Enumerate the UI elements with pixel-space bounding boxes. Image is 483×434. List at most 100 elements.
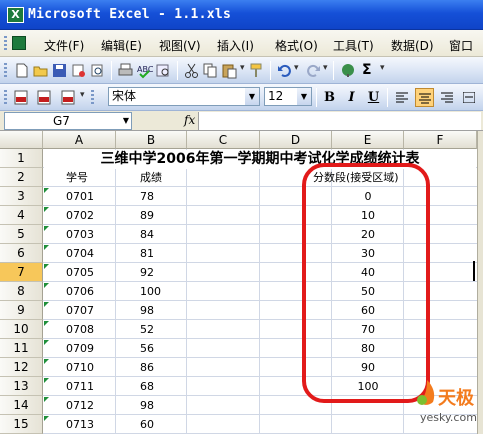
row-header[interactable]: 4 [0, 206, 43, 225]
spelling-icon[interactable]: ABC [136, 62, 154, 79]
row-header[interactable]: 1 [0, 149, 43, 168]
workbook-icon[interactable] [12, 36, 26, 50]
menu-tools[interactable]: 工具(T) [333, 37, 374, 54]
menu-data[interactable]: 数据(D) [391, 37, 434, 54]
excel-icon[interactable]: X [7, 7, 24, 23]
format-painter-icon[interactable] [248, 62, 265, 79]
row-header[interactable]: 15 [0, 415, 43, 434]
cell-student-id[interactable]: 0708 [66, 320, 114, 339]
undo-dropdown-icon[interactable]: ▾ [294, 63, 299, 73]
menu-insert[interactable]: 插入(I) [217, 37, 254, 54]
cell-student-id[interactable]: 0701 [66, 187, 114, 206]
italic-button[interactable]: I [342, 88, 361, 107]
cell-student-id[interactable]: 0707 [66, 301, 114, 320]
cell-score[interactable]: 60 [140, 415, 180, 434]
header-cell-id[interactable]: 学号 [66, 168, 116, 187]
paste-dropdown-icon[interactable]: ▾ [240, 63, 245, 73]
underline-button[interactable]: U [364, 88, 383, 107]
cell-score[interactable]: 78 [140, 187, 180, 206]
cell-student-id[interactable]: 0703 [66, 225, 114, 244]
open-icon[interactable] [32, 62, 49, 79]
save-icon[interactable] [51, 62, 68, 79]
redo-dropdown-icon[interactable]: ▾ [323, 63, 328, 73]
undo-icon[interactable] [276, 62, 293, 79]
cell-student-id[interactable]: 0706 [66, 282, 114, 301]
cell-student-id[interactable]: 0712 [66, 396, 114, 415]
cell-student-id[interactable]: 0709 [66, 339, 114, 358]
menu-view[interactable]: 视图(V) [159, 37, 201, 54]
row-header[interactable]: 5 [0, 225, 43, 244]
row-header[interactable]: 7 [0, 263, 43, 282]
row-header[interactable]: 12 [0, 358, 43, 377]
column-header-d[interactable]: D [260, 131, 332, 149]
cell-score[interactable]: 56 [140, 339, 180, 358]
row-header[interactable]: 10 [0, 320, 43, 339]
hyperlink-icon[interactable] [340, 62, 357, 79]
cut-icon[interactable] [183, 62, 200, 79]
header-cell-score[interactable]: 成绩 [140, 168, 200, 187]
cell-score[interactable]: 98 [140, 301, 180, 320]
formula-input[interactable] [198, 112, 481, 130]
redo-icon[interactable] [305, 62, 322, 79]
menu-format[interactable]: 格式(O) [275, 37, 318, 54]
cell-student-id[interactable]: 0702 [66, 206, 114, 225]
column-header-a[interactable]: A [43, 131, 116, 149]
pdf-icon[interactable] [13, 89, 30, 106]
cell-score[interactable]: 81 [140, 244, 180, 263]
cell-student-id[interactable]: 0704 [66, 244, 114, 263]
cell-score[interactable]: 68 [140, 377, 180, 396]
column-header-e[interactable]: E [332, 131, 404, 149]
align-right-icon[interactable] [438, 88, 457, 107]
align-center-icon[interactable] [415, 88, 434, 107]
chevron-down-icon[interactable]: ▼ [245, 88, 259, 105]
pdf-mail-icon[interactable] [36, 89, 53, 106]
menu-file[interactable]: 文件(F) [44, 37, 84, 54]
pdf-dropdown-icon[interactable]: ▾ [80, 90, 85, 100]
merge-center-icon[interactable] [460, 88, 479, 107]
copy-icon[interactable] [202, 62, 219, 79]
menu-window[interactable]: 窗口 [449, 37, 473, 54]
paste-icon[interactable] [221, 62, 238, 79]
toolbar-grip[interactable] [4, 90, 7, 104]
bold-button[interactable]: B [320, 88, 339, 107]
chevron-down-icon[interactable]: ▼ [297, 88, 311, 105]
toolbar-grip[interactable] [91, 90, 94, 104]
row-header[interactable]: 2 [0, 168, 43, 187]
column-header-f[interactable]: F [404, 131, 477, 149]
autosum-dropdown-icon[interactable]: ▾ [380, 63, 385, 73]
cell-student-id[interactable]: 0705 [66, 263, 114, 282]
autosum-icon[interactable]: Σ [362, 62, 379, 79]
menubar-grip[interactable] [4, 36, 7, 50]
cell-score[interactable]: 89 [140, 206, 180, 225]
align-left-icon[interactable] [393, 88, 412, 107]
row-header[interactable]: 9 [0, 301, 43, 320]
permission-icon[interactable] [70, 62, 87, 79]
chevron-down-icon[interactable]: ▼ [123, 113, 129, 129]
new-icon[interactable] [13, 62, 30, 79]
cell-score[interactable]: 86 [140, 358, 180, 377]
row-header[interactable]: 14 [0, 396, 43, 415]
menu-edit[interactable]: 编辑(E) [101, 37, 142, 54]
cell-score[interactable]: 92 [140, 263, 180, 282]
column-header-b[interactable]: B [116, 131, 187, 149]
cell-student-id[interactable]: 0711 [66, 377, 114, 396]
insert-function-icon[interactable]: fx [184, 113, 195, 127]
cell-student-id[interactable]: 0713 [66, 415, 114, 434]
font-size-select[interactable]: 12 ▼ [264, 87, 312, 106]
name-box[interactable]: G7 ▼ [4, 112, 132, 130]
print-icon[interactable] [117, 62, 134, 79]
cell-student-id[interactable]: 0710 [66, 358, 114, 377]
research-icon[interactable] [155, 62, 172, 79]
pdf-review-icon[interactable] [60, 89, 77, 106]
select-all-corner[interactable] [0, 131, 43, 149]
print-preview-icon[interactable] [89, 62, 106, 79]
cell-score[interactable]: 52 [140, 320, 180, 339]
row-header[interactable]: 6 [0, 244, 43, 263]
row-header[interactable]: 13 [0, 377, 43, 396]
cell-score[interactable]: 100 [140, 282, 180, 301]
cell-score[interactable]: 84 [140, 225, 180, 244]
row-header[interactable]: 8 [0, 282, 43, 301]
font-name-select[interactable]: 宋体 ▼ [108, 87, 260, 106]
cell-score[interactable]: 98 [140, 396, 180, 415]
row-header[interactable]: 11 [0, 339, 43, 358]
